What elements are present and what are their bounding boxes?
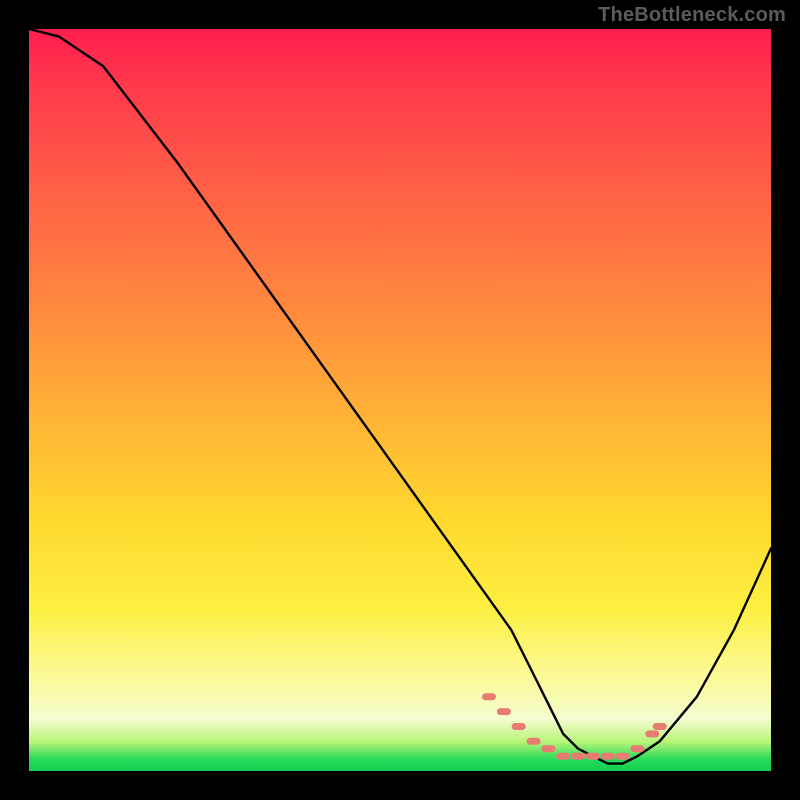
fit-marker	[571, 753, 585, 760]
fit-marker	[512, 723, 526, 730]
watermark-text: TheBottleneck.com	[598, 4, 786, 27]
fit-marker	[645, 730, 659, 737]
curve-layer	[29, 29, 771, 771]
plot-area	[29, 29, 771, 771]
fit-marker	[497, 708, 511, 715]
fit-marker	[601, 753, 615, 760]
fit-marker	[556, 753, 570, 760]
fit-marker	[482, 693, 496, 700]
fit-marker	[630, 745, 644, 752]
chart-stage: TheBottleneck.com	[0, 0, 800, 800]
fit-marker	[586, 753, 600, 760]
bottleneck-curve	[29, 29, 771, 764]
fit-marker	[653, 723, 667, 730]
fit-marker	[616, 753, 630, 760]
fit-marker	[541, 745, 555, 752]
fit-band-markers	[482, 693, 667, 759]
fit-marker	[527, 738, 541, 745]
